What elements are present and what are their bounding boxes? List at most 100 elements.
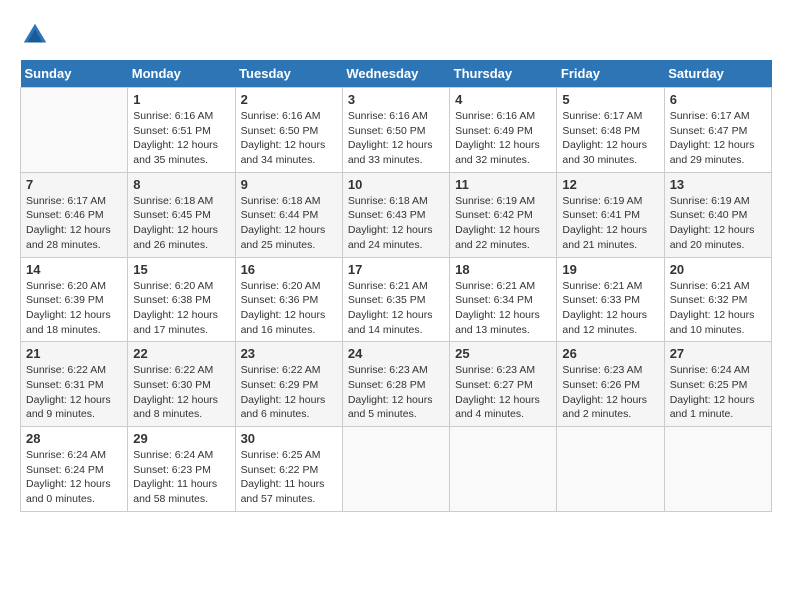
calendar-cell: 12Sunrise: 6:19 AM Sunset: 6:41 PM Dayli… [557,172,664,257]
day-number: 7 [26,177,122,192]
calendar-cell: 8 Sunrise: 6:18 AM Sunset: 6:45 PM Daylig… [128,172,235,257]
header-tuesday: Tuesday [235,60,342,88]
day-number: 11 [455,177,551,192]
day-number: 8 [133,177,229,192]
calendar-cell: 6Sunrise: 6:17 AM Sunset: 6:47 PM Daylig… [664,88,771,173]
calendar-cell: 15Sunrise: 6:20 AM Sunset: 6:38 PM Dayli… [128,257,235,342]
calendar-cell: 27Sunrise: 6:24 AM Sunset: 6:25 PM Dayli… [664,342,771,427]
calendar-cell: 23 Sunrise: 6:22 AM Sunset: 6:29 PM Dayli… [235,342,342,427]
calendar-cell [21,88,128,173]
day-number: 20 [670,262,766,277]
day-info: Sunrise: 6:18 AM Sunset: 6:44 PM Dayligh… [241,194,337,253]
day-info: Sunrise: 6:17 AM Sunset: 6:47 PM Dayligh… [670,109,766,168]
week-row-2: 7 Sunrise: 6:17 AM Sunset: 6:46 PM Daylig… [21,172,772,257]
day-info: Sunrise: 6:23 AM Sunset: 6:27 PM Dayligh… [455,363,551,422]
calendar-cell: 20 Sunrise: 6:21 AM Sunset: 6:32 PM Dayli… [664,257,771,342]
day-number: 26 [562,346,658,361]
header-friday: Friday [557,60,664,88]
day-number: 29 [133,431,229,446]
calendar-cell: 30 Sunrise: 6:25 AM Sunset: 6:22 PM Dayli… [235,427,342,512]
calendar-cell: 7 Sunrise: 6:17 AM Sunset: 6:46 PM Daylig… [21,172,128,257]
calendar-cell: 19 Sunrise: 6:21 AM Sunset: 6:33 PM Dayli… [557,257,664,342]
calendar-cell: 13 Sunrise: 6:19 AM Sunset: 6:40 PM Dayli… [664,172,771,257]
day-info: Sunrise: 6:22 AM Sunset: 6:29 PM Dayligh… [241,363,337,422]
day-number: 24 [348,346,444,361]
day-info: Sunrise: 6:17 AM Sunset: 6:48 PM Dayligh… [562,109,658,168]
day-info: Sunrise: 6:16 AM Sunset: 6:50 PM Dayligh… [348,109,444,168]
calendar-cell: 16 Sunrise: 6:20 AM Sunset: 6:36 PM Dayli… [235,257,342,342]
day-info: Sunrise: 6:19 AM Sunset: 6:40 PM Dayligh… [670,194,766,253]
day-info: Sunrise: 6:23 AM Sunset: 6:26 PM Dayligh… [562,363,658,422]
day-number: 13 [670,177,766,192]
day-number: 14 [26,262,122,277]
day-info: Sunrise: 6:20 AM Sunset: 6:36 PM Dayligh… [241,279,337,338]
week-row-5: 28 Sunrise: 6:24 AM Sunset: 6:24 PM Dayli… [21,427,772,512]
calendar-cell: 24 Sunrise: 6:23 AM Sunset: 6:28 PM Dayli… [342,342,449,427]
day-info: Sunrise: 6:25 AM Sunset: 6:22 PM Dayligh… [241,448,337,507]
day-info: Sunrise: 6:18 AM Sunset: 6:43 PM Dayligh… [348,194,444,253]
day-number: 9 [241,177,337,192]
calendar-cell: 17Sunrise: 6:21 AM Sunset: 6:35 PM Dayli… [342,257,449,342]
calendar-cell: 22 Sunrise: 6:22 AM Sunset: 6:30 PM Dayli… [128,342,235,427]
page-header [20,20,772,50]
day-number: 4 [455,92,551,107]
day-info: Sunrise: 6:21 AM Sunset: 6:33 PM Dayligh… [562,279,658,338]
day-number: 22 [133,346,229,361]
day-number: 28 [26,431,122,446]
calendar-cell: 4 Sunrise: 6:16 AM Sunset: 6:49 PM Daylig… [450,88,557,173]
day-info: Sunrise: 6:22 AM Sunset: 6:30 PM Dayligh… [133,363,229,422]
calendar-cell [342,427,449,512]
day-number: 30 [241,431,337,446]
day-info: Sunrise: 6:21 AM Sunset: 6:34 PM Dayligh… [455,279,551,338]
calendar-cell: 5 Sunrise: 6:17 AM Sunset: 6:48 PM Daylig… [557,88,664,173]
day-info: Sunrise: 6:24 AM Sunset: 6:23 PM Dayligh… [133,448,229,507]
day-info: Sunrise: 6:16 AM Sunset: 6:51 PM Dayligh… [133,109,229,168]
day-info: Sunrise: 6:19 AM Sunset: 6:42 PM Dayligh… [455,194,551,253]
day-number: 15 [133,262,229,277]
calendar-header-row: SundayMondayTuesdayWednesdayThursdayFrid… [21,60,772,88]
header-thursday: Thursday [450,60,557,88]
calendar-cell: 21Sunrise: 6:22 AM Sunset: 6:31 PM Dayli… [21,342,128,427]
day-info: Sunrise: 6:23 AM Sunset: 6:28 PM Dayligh… [348,363,444,422]
day-number: 3 [348,92,444,107]
day-number: 5 [562,92,658,107]
day-info: Sunrise: 6:21 AM Sunset: 6:35 PM Dayligh… [348,279,444,338]
calendar-cell: 9 Sunrise: 6:18 AM Sunset: 6:44 PM Daylig… [235,172,342,257]
calendar-cell [450,427,557,512]
week-row-1: 1 Sunrise: 6:16 AM Sunset: 6:51 PM Daylig… [21,88,772,173]
calendar-cell: 1 Sunrise: 6:16 AM Sunset: 6:51 PM Daylig… [128,88,235,173]
day-info: Sunrise: 6:16 AM Sunset: 6:49 PM Dayligh… [455,109,551,168]
calendar-cell: 10 Sunrise: 6:18 AM Sunset: 6:43 PM Dayli… [342,172,449,257]
day-info: Sunrise: 6:20 AM Sunset: 6:39 PM Dayligh… [26,279,122,338]
calendar-cell [664,427,771,512]
day-number: 25 [455,346,551,361]
day-number: 19 [562,262,658,277]
day-number: 10 [348,177,444,192]
calendar-table: SundayMondayTuesdayWednesdayThursdayFrid… [20,60,772,512]
calendar-cell: 28 Sunrise: 6:24 AM Sunset: 6:24 PM Dayli… [21,427,128,512]
calendar-cell: 11 Sunrise: 6:19 AM Sunset: 6:42 PM Dayli… [450,172,557,257]
day-number: 23 [241,346,337,361]
day-number: 1 [133,92,229,107]
day-info: Sunrise: 6:21 AM Sunset: 6:32 PM Dayligh… [670,279,766,338]
day-number: 2 [241,92,337,107]
calendar-cell [557,427,664,512]
calendar-cell: 14 Sunrise: 6:20 AM Sunset: 6:39 PM Dayli… [21,257,128,342]
calendar-cell: 29 Sunrise: 6:24 AM Sunset: 6:23 PM Dayli… [128,427,235,512]
day-number: 18 [455,262,551,277]
day-info: Sunrise: 6:19 AM Sunset: 6:41 PM Dayligh… [562,194,658,253]
calendar-cell: 18 Sunrise: 6:21 AM Sunset: 6:34 PM Dayli… [450,257,557,342]
calendar-cell: 25 Sunrise: 6:23 AM Sunset: 6:27 PM Dayli… [450,342,557,427]
logo-icon [20,20,50,50]
calendar-cell: 3 Sunrise: 6:16 AM Sunset: 6:50 PM Daylig… [342,88,449,173]
day-info: Sunrise: 6:22 AM Sunset: 6:31 PM Dayligh… [26,363,122,422]
day-info: Sunrise: 6:17 AM Sunset: 6:46 PM Dayligh… [26,194,122,253]
header-monday: Monday [128,60,235,88]
header-sunday: Sunday [21,60,128,88]
calendar-cell: 26 Sunrise: 6:23 AM Sunset: 6:26 PM Dayli… [557,342,664,427]
calendar-cell: 2Sunrise: 6:16 AM Sunset: 6:50 PM Daylig… [235,88,342,173]
day-number: 16 [241,262,337,277]
day-number: 27 [670,346,766,361]
day-info: Sunrise: 6:24 AM Sunset: 6:24 PM Dayligh… [26,448,122,507]
day-info: Sunrise: 6:18 AM Sunset: 6:45 PM Dayligh… [133,194,229,253]
